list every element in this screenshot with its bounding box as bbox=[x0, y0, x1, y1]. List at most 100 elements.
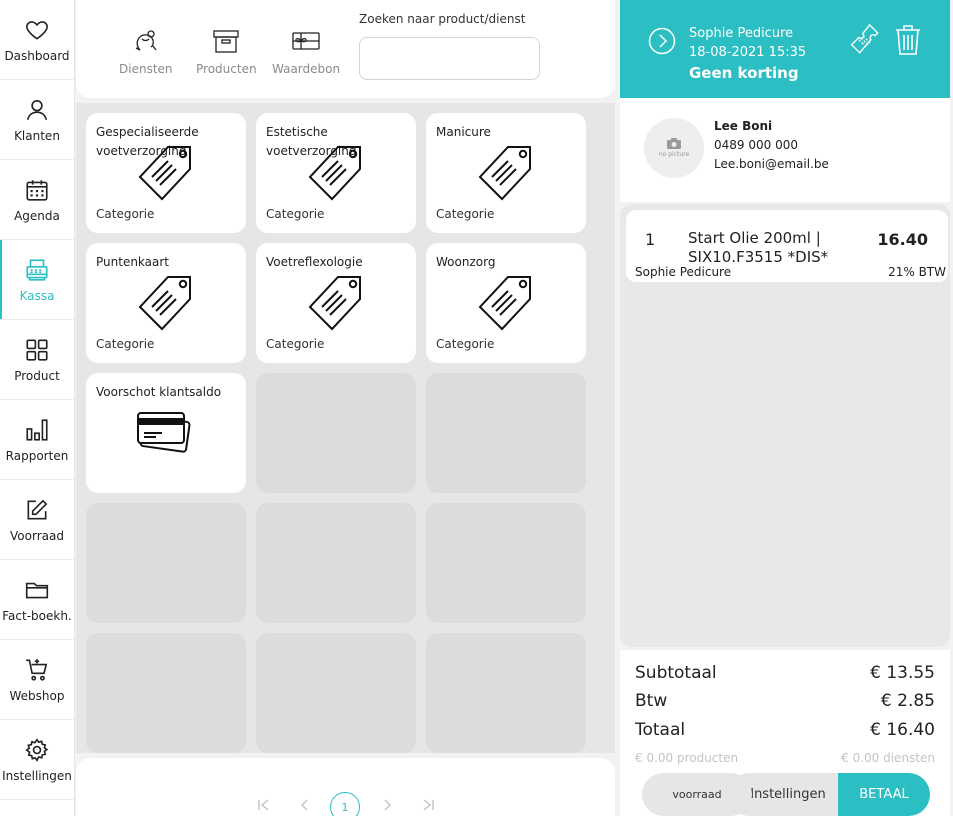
box-icon bbox=[213, 30, 239, 53]
empty-tile bbox=[256, 503, 416, 623]
voorraad-button[interactable]: voorraad bbox=[642, 773, 752, 816]
product-grid: Gespecialiseerde voetverzorging Categori… bbox=[76, 103, 615, 753]
customer-phone: 0489 000 000 bbox=[714, 138, 798, 152]
tile-subtitle: Categorie bbox=[266, 337, 325, 351]
tile-title: Manicure bbox=[436, 125, 491, 139]
sidebar-item-dashboard[interactable]: Dashboard bbox=[0, 0, 74, 80]
grid-icon bbox=[26, 338, 48, 361]
tile-title: Puntenkaart bbox=[96, 255, 170, 269]
line-product-name: Start Olie 200ml | SIX10.F3515 *DIS* bbox=[688, 229, 829, 266]
producten-button[interactable]: Producten bbox=[196, 26, 257, 76]
subtotal-label: Subtotaal bbox=[635, 663, 717, 683]
tile-subtitle: Categorie bbox=[96, 337, 155, 351]
sidebar-item-label: Kassa bbox=[19, 288, 55, 303]
customer-email: Lee.boni@email.be bbox=[714, 157, 829, 171]
product-toolbar: Diensten Producten Waardebon Zoeken naar… bbox=[76, 0, 615, 98]
empty-tile bbox=[256, 633, 416, 753]
category-tile[interactable]: Woonzorg Categorie bbox=[426, 243, 586, 363]
sidebar-item-label: Voorraad bbox=[10, 528, 64, 543]
avatar-placeholder-text: no picture bbox=[658, 151, 690, 158]
products-total: € 0.00 producten bbox=[635, 751, 739, 765]
search-input[interactable] bbox=[359, 37, 540, 80]
gift-voucher-icon bbox=[292, 32, 320, 50]
betaal-button[interactable]: BETAAL bbox=[838, 773, 930, 816]
tile-title: Voetreflexologie bbox=[266, 255, 363, 269]
calendar-icon bbox=[26, 179, 48, 201]
producten-label: Producten bbox=[196, 62, 257, 76]
prev-page-icon[interactable] bbox=[298, 798, 312, 816]
ticket-icon[interactable] bbox=[848, 24, 882, 58]
diensten-button[interactable]: Diensten bbox=[119, 26, 173, 76]
sidebar-item-fact-boekh[interactable]: Fact-boekh. bbox=[0, 560, 74, 640]
tile-title: Voorschot klantsaldo bbox=[96, 385, 222, 399]
current-page[interactable]: 1 bbox=[330, 792, 360, 816]
tag-icon bbox=[478, 146, 531, 201]
appointment-header: Sophie Pedicure 18-08-2021 15:35 Geen ko… bbox=[620, 0, 950, 98]
customer-card[interactable]: no picture Lee Boni 0489 000 000 Lee.bon… bbox=[620, 98, 950, 202]
sidebar-item-instellingen[interactable]: Instellingen bbox=[0, 720, 74, 800]
sidebar-item-webshop[interactable]: Webshop bbox=[0, 640, 74, 720]
discount-link[interactable]: Geen korting bbox=[689, 64, 799, 82]
tag-icon bbox=[308, 146, 361, 201]
services-total: € 0.00 diensten bbox=[841, 751, 935, 765]
folder-icon bbox=[25, 582, 49, 598]
sidebar-item-rapporten[interactable]: Rapporten bbox=[0, 400, 74, 480]
category-tile[interactable]: Voetreflexologie Categorie bbox=[256, 243, 416, 363]
btw-row: Btw € 2.85 bbox=[635, 691, 935, 711]
cart-icon bbox=[26, 658, 48, 681]
next-page-icon[interactable] bbox=[380, 798, 394, 816]
line-price: 16.40 bbox=[877, 230, 928, 249]
sidebar-item-voorraad[interactable]: Voorraad bbox=[0, 480, 74, 560]
empty-tile bbox=[426, 503, 586, 623]
trash-icon[interactable] bbox=[894, 24, 922, 56]
user-icon bbox=[26, 99, 48, 120]
tag-icon bbox=[138, 276, 191, 331]
chevron-right-circle-icon[interactable] bbox=[648, 27, 676, 55]
appointment-datetime: 18-08-2021 15:35 bbox=[689, 45, 807, 60]
breakdown-row: € 0.00 producten € 0.00 diensten bbox=[635, 751, 935, 765]
camera-icon bbox=[667, 138, 681, 149]
avatar: no picture bbox=[644, 118, 704, 178]
last-page-icon[interactable] bbox=[421, 798, 435, 816]
sidebar-item-kassa[interactable]: Kassa bbox=[0, 240, 74, 320]
category-tile[interactable]: Estetische voetverzorging Categorie bbox=[256, 113, 416, 233]
empty-tile bbox=[86, 503, 246, 623]
category-tile[interactable]: Manicure Categorie bbox=[426, 113, 586, 233]
sidebar-item-product[interactable]: Product bbox=[0, 320, 74, 400]
customer-name: Lee Boni bbox=[714, 119, 773, 133]
edit-icon bbox=[27, 499, 48, 519]
sidebar-item-label: Klanten bbox=[14, 128, 60, 143]
total-row: Totaal € 16.40 bbox=[635, 720, 935, 740]
credit-card-icon bbox=[137, 412, 191, 453]
tile-subtitle: Categorie bbox=[96, 207, 155, 221]
tile-title: Woonzorg bbox=[436, 255, 496, 269]
voorschot-tile[interactable]: Voorschot klantsaldo bbox=[86, 373, 246, 493]
tile-subtitle: Categorie bbox=[436, 207, 495, 221]
face-treatment-icon bbox=[135, 30, 157, 51]
line-quantity: 1 bbox=[645, 230, 656, 249]
category-tile[interactable]: Puntenkaart Categorie bbox=[86, 243, 246, 363]
first-page-icon[interactable] bbox=[257, 798, 271, 816]
waardebon-button[interactable]: Waardebon bbox=[272, 26, 340, 76]
sidebar-item-label: Dashboard bbox=[4, 48, 70, 63]
sidebar: Dashboard Klanten Agenda Kassa Product R… bbox=[0, 0, 75, 816]
empty-tile bbox=[256, 373, 416, 493]
cart-list: 1 Start Olie 200ml | SIX10.F3515 *DIS* 1… bbox=[620, 204, 950, 647]
empty-tile bbox=[86, 633, 246, 753]
empty-tile bbox=[426, 633, 586, 753]
sidebar-item-klanten[interactable]: Klanten bbox=[0, 80, 74, 160]
cash-register-icon bbox=[26, 258, 48, 281]
empty-tile bbox=[426, 373, 586, 493]
totals-panel: Subtotaal € 13.55 Btw € 2.85 Totaal € 16… bbox=[620, 650, 950, 816]
total-label: Totaal bbox=[635, 720, 686, 740]
total-value: € 16.40 bbox=[870, 720, 935, 740]
appointment-name: Sophie Pedicure bbox=[689, 26, 794, 41]
sidebar-item-label: Fact-boekh. bbox=[2, 608, 72, 623]
cart-line-item[interactable]: 1 Start Olie 200ml | SIX10.F3515 *DIS* 1… bbox=[626, 210, 948, 282]
sidebar-item-agenda[interactable]: Agenda bbox=[0, 160, 74, 240]
sidebar-item-label: Webshop bbox=[9, 688, 65, 703]
tag-icon bbox=[478, 276, 531, 331]
category-tile[interactable]: Gespecialiseerde voetverzorging Categori… bbox=[86, 113, 246, 233]
sidebar-item-label: Product bbox=[14, 368, 60, 383]
search-label: Zoeken naar product/dienst bbox=[359, 12, 526, 26]
